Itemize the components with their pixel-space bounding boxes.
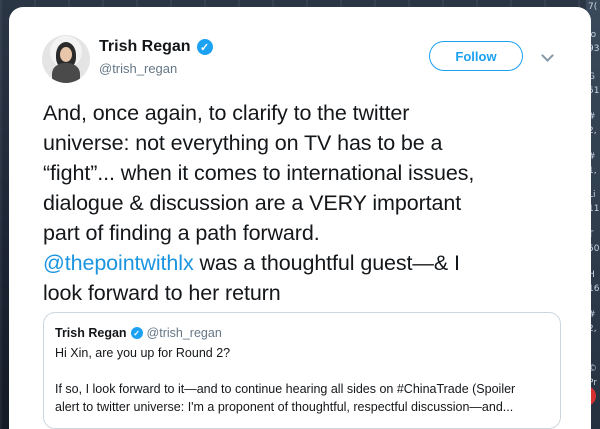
- quoted-tweet-text: Hi Xin, are you up for Round 2?: [55, 346, 231, 360]
- tweet-text: And, once again, to clarify to the twitt…: [43, 98, 579, 308]
- tweet-text-line: @thepointwithlx was a thoughtful guest—&…: [43, 248, 579, 278]
- chevron-down-icon[interactable]: [541, 49, 554, 62]
- author-name-row: Trish Regan ✓: [99, 38, 213, 56]
- side-text: 7(: [588, 2, 598, 12]
- tweet-text-line: look forward to her return: [43, 281, 281, 305]
- avatar[interactable]: [42, 35, 90, 83]
- quoted-tweet[interactable]: Trish Regan ✓ @trish_regan Hi Xin, are y…: [43, 312, 561, 429]
- tweet-text-line: part of finding a path forward.: [43, 221, 320, 245]
- tweet-text-line: universe: not everything on TV has to be…: [43, 131, 443, 155]
- avatar-face: [60, 47, 72, 62]
- quoted-author-handle: @trish_regan: [146, 326, 222, 340]
- quoted-tweet-text: alert to twitter universe: I'm a propone…: [55, 400, 514, 414]
- avatar-body: [52, 63, 80, 83]
- author-display-name[interactable]: Trish Regan: [99, 38, 191, 56]
- author-handle[interactable]: @trish_regan: [99, 61, 177, 76]
- tweet-text-line: “fight”... when it comes to internationa…: [43, 161, 475, 185]
- quoted-author-name: Trish Regan: [55, 326, 127, 340]
- verified-badge-icon: ✓: [196, 39, 213, 55]
- verified-badge-icon: ✓: [130, 327, 143, 339]
- mention-link[interactable]: @thepointwithlx: [43, 251, 194, 275]
- tweet-text-line: dialogue & discussion are a VERY importa…: [43, 191, 462, 215]
- follow-button[interactable]: Follow: [429, 41, 523, 71]
- tweet-card: Trish Regan ✓ @trish_regan Follow And, o…: [9, 7, 591, 429]
- tweet-text-line: And, once again, to clarify to the twitt…: [43, 101, 410, 125]
- tweet-text-fragment: was a thoughtful guest—& I: [193, 251, 460, 275]
- quoted-tweet-header: Trish Regan ✓ @trish_regan: [55, 325, 549, 341]
- quoted-tweet-text: If so, I look forward to it—and to conti…: [55, 382, 516, 396]
